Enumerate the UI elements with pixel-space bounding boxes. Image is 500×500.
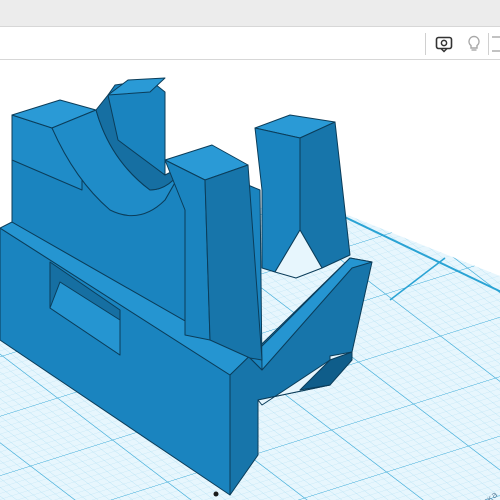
tinkercad-editor: Сетка	[0, 0, 500, 500]
panel-button[interactable]	[492, 32, 500, 56]
origin-marker	[213, 491, 219, 497]
toolbar-separator	[425, 33, 426, 55]
workplane-scene	[0, 77, 500, 500]
view-icon	[434, 34, 454, 54]
panel-icon	[492, 34, 500, 54]
toolbar-separator	[488, 33, 489, 55]
light-bulb-icon	[464, 34, 484, 54]
notes-button[interactable]	[462, 32, 486, 56]
toolbar	[0, 26, 500, 60]
3d-viewport[interactable]: Сетка	[0, 60, 500, 500]
view-toggle-button[interactable]	[432, 32, 456, 56]
top-strip	[0, 0, 500, 26]
